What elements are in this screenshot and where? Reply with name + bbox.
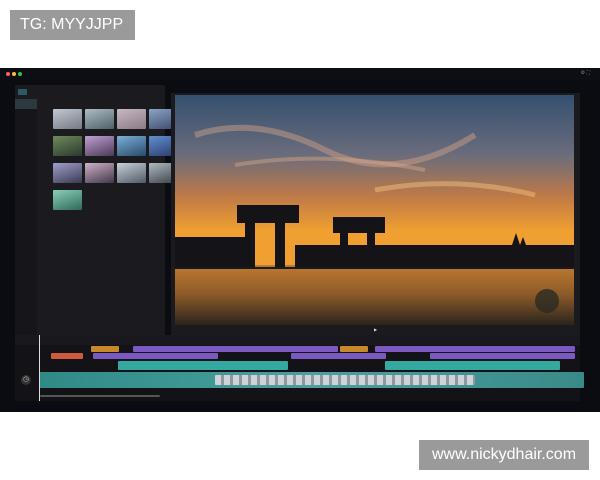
media-thumbnail[interactable] [53, 136, 84, 159]
play-button[interactable]: ▶ [374, 327, 377, 332]
settings-icon[interactable]: ⚙ [581, 70, 585, 76]
timeline-clip[interactable] [93, 353, 218, 359]
media-thumbnail[interactable] [53, 190, 84, 213]
tab-titles[interactable] [46, 89, 55, 95]
thumbnail-image [85, 163, 114, 183]
timeline-clip[interactable] [118, 361, 288, 370]
thumbnail-image [117, 109, 146, 129]
thumbnail-caption [85, 129, 114, 132]
timeline-clip[interactable] [91, 346, 119, 352]
viewer-controls: ▶ [171, 326, 580, 334]
media-thumbnail[interactable] [53, 163, 84, 186]
timeline-toolbar [15, 335, 580, 345]
sidebar-item-1[interactable] [15, 99, 37, 109]
media-thumbnail[interactable] [85, 136, 116, 159]
media-thumbnail[interactable] [117, 163, 148, 186]
thumbnail-caption [85, 183, 114, 186]
thumbnail-caption [117, 156, 146, 159]
viewer-frame[interactable] [175, 95, 574, 325]
timeline-clip[interactable] [291, 353, 386, 359]
thumbnail-image [53, 163, 82, 183]
timeline-clip[interactable] [215, 375, 475, 385]
tab-transitions[interactable] [60, 89, 69, 95]
timeline: ◷ [15, 335, 584, 401]
timeline-clip[interactable] [375, 346, 575, 352]
video-editor-window: ⚙ ⛶ ▶ ◷ [0, 68, 600, 412]
window-controls: ⚙ ⛶ [581, 70, 590, 76]
thumbnail-caption [53, 156, 82, 159]
sidebar-item-2[interactable] [15, 109, 37, 119]
title-bar: ⚙ ⛶ [0, 68, 600, 80]
tab-effects[interactable] [74, 89, 83, 95]
clock-icon[interactable]: ◷ [21, 375, 31, 385]
sunset-cityscape-image [175, 95, 574, 325]
zoom-window-button[interactable] [18, 72, 22, 76]
thumbnail-image [117, 136, 146, 156]
media-thumbnail[interactable] [117, 109, 148, 132]
watermark-top-left: TG: MYYJJPP [10, 10, 135, 40]
timeline-clip[interactable] [51, 353, 83, 359]
thumbnail-caption [53, 183, 82, 186]
media-thumbnail[interactable] [53, 109, 84, 132]
media-thumbnail[interactable] [85, 109, 116, 132]
thumbnail-caption [117, 183, 146, 186]
thumbnail-caption [53, 129, 82, 132]
tab-media[interactable] [18, 89, 27, 95]
tab-generators[interactable] [88, 89, 97, 95]
thumbnail-image [53, 136, 82, 156]
filter-row[interactable] [40, 99, 162, 109]
tab-audio[interactable] [32, 89, 41, 95]
browser-tabs [15, 85, 165, 99]
thumbnail-caption [53, 210, 82, 213]
playhead[interactable] [39, 335, 40, 401]
timeline-scrollbar[interactable] [40, 395, 160, 397]
thumbnail-caption [85, 156, 114, 159]
thumbnail-image [85, 136, 114, 156]
media-thumbnail[interactable] [117, 136, 148, 159]
watermark-bottom-right: www.nickydhair.com [419, 440, 589, 470]
timeline-clip[interactable] [133, 346, 338, 352]
timeline-clip[interactable] [430, 353, 575, 359]
thumbnail-image [85, 109, 114, 129]
thumbnail-grid [40, 99, 178, 213]
thumbnail-image [53, 190, 82, 210]
thumbnail-image [117, 163, 146, 183]
thumbnail-image [53, 109, 82, 129]
timeline-clip[interactable] [340, 346, 368, 352]
minimize-window-button[interactable] [12, 72, 16, 76]
thumbnail-caption [117, 129, 146, 132]
fullscreen-icon[interactable]: ⛶ [586, 70, 590, 76]
media-thumbnail[interactable] [85, 163, 116, 186]
timeline-clip[interactable] [385, 361, 560, 370]
close-window-button[interactable] [6, 72, 10, 76]
